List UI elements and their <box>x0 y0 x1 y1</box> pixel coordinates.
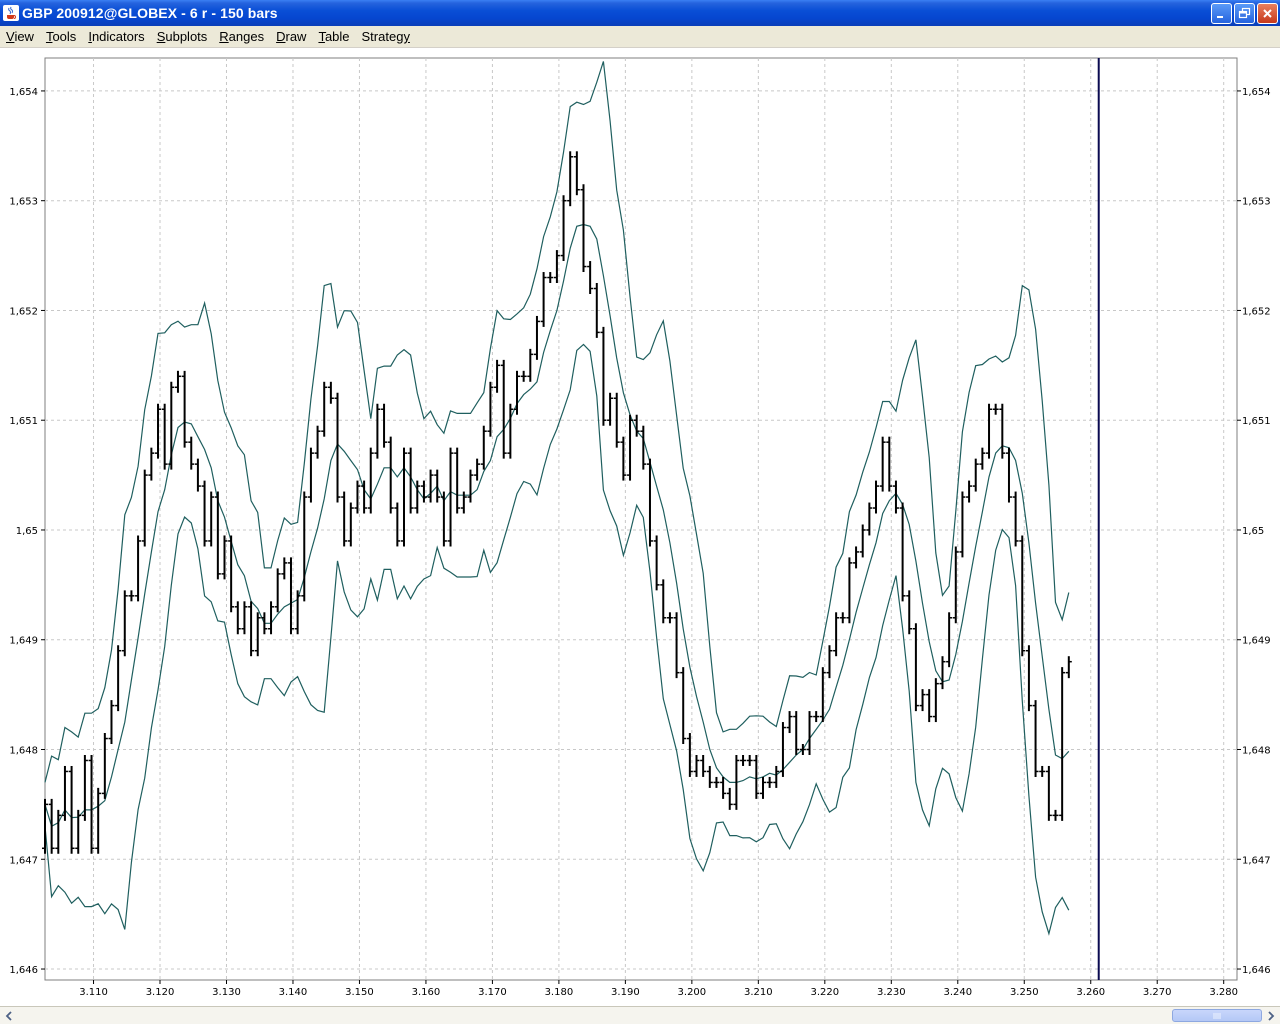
menu-tools[interactable]: Tools <box>40 29 82 44</box>
y-tick-label-left: 1,654 <box>9 87 38 98</box>
x-tick-label: 3.240 <box>943 987 972 998</box>
close-button[interactable] <box>1257 3 1278 24</box>
window-title: GBP 200912@GLOBEX - 6 r - 150 bars <box>22 5 278 21</box>
x-tick-label: 3.150 <box>345 987 374 998</box>
x-tick-label: 3.260 <box>1076 987 1105 998</box>
restore-button[interactable] <box>1234 3 1255 24</box>
plot-area[interactable] <box>44 57 1238 981</box>
y-tick-label-left: 1,649 <box>9 636 38 647</box>
y-tick-label-right: 1,65 <box>1242 526 1264 537</box>
y-tick-label-left: 1,652 <box>9 306 38 317</box>
y-tick-label-left: 1,647 <box>9 855 38 866</box>
menu-strategy[interactable]: Strategy <box>356 29 416 44</box>
horizontal-scrollbar[interactable] <box>0 1006 1280 1024</box>
menu-indicators[interactable]: Indicators <box>82 29 150 44</box>
java-cup-icon <box>3 5 19 21</box>
x-tick-label: 3.220 <box>810 987 839 998</box>
restore-icon <box>1238 7 1251 19</box>
menu-bar: View Tools Indicators Subplots Ranges Draw Tab… <box>0 26 1280 48</box>
scroll-right-icon <box>1268 1010 1275 1021</box>
y-tick-label-left: 1,648 <box>9 746 38 757</box>
y-tick-label-left: 1,65 <box>16 526 38 537</box>
menu-table[interactable]: Table <box>312 29 355 44</box>
y-tick-label-left: 1,651 <box>9 416 38 427</box>
x-tick-label: 3.190 <box>611 987 640 998</box>
y-tick-label-right: 1,651 <box>1242 416 1271 427</box>
x-tick-label: 3.210 <box>744 987 773 998</box>
menu-draw[interactable]: Draw <box>270 29 312 44</box>
scroll-left-icon <box>5 1010 12 1021</box>
scroll-right-button[interactable] <box>1264 1008 1278 1023</box>
y-tick-label-right: 1,648 <box>1242 746 1271 757</box>
grip-icon <box>1213 1012 1221 1019</box>
x-tick-label: 3.130 <box>212 987 241 998</box>
y-tick-label-right: 1,653 <box>1242 197 1271 208</box>
x-tick-label: 3.110 <box>79 987 108 998</box>
x-tick-label: 3.160 <box>412 987 441 998</box>
close-icon <box>1263 9 1272 18</box>
minimize-icon <box>1217 16 1223 18</box>
x-tick-label: 3.170 <box>478 987 507 998</box>
x-tick-label: 3.200 <box>678 987 707 998</box>
chart-canvas[interactable]: 1,654 1,6541,653 1,6531,652 1,6521,651 1,651… <box>0 48 1280 1006</box>
y-tick-label-right: 1,646 <box>1242 965 1271 976</box>
x-tick-label: 3.140 <box>279 987 308 998</box>
menu-ranges[interactable]: Ranges <box>213 29 270 44</box>
scroll-left-button[interactable] <box>2 1008 16 1023</box>
minimize-button[interactable] <box>1211 3 1232 24</box>
x-tick-label: 3.180 <box>545 987 574 998</box>
y-tick-label-left: 1,653 <box>9 197 38 208</box>
x-tick-label: 3.250 <box>1010 987 1039 998</box>
title-bar: GBP 200912@GLOBEX - 6 r - 150 bars <box>0 0 1280 26</box>
y-tick-label-right: 1,647 <box>1242 855 1271 866</box>
menu-view[interactable]: View <box>0 29 40 44</box>
x-tick-label: 3.270 <box>1143 987 1172 998</box>
y-tick-label-left: 1,646 <box>9 965 38 976</box>
x-tick-label: 3.120 <box>146 987 175 998</box>
y-tick-label-right: 1,652 <box>1242 306 1271 317</box>
y-tick-label-right: 1,649 <box>1242 636 1271 647</box>
menu-subplots[interactable]: Subplots <box>151 29 214 44</box>
x-tick-label: 3.280 <box>1209 987 1238 998</box>
price-chart[interactable]: 1,654 1,654 1,653 1,653 1,652 1,652 1,651 1,651… <box>0 48 1280 1006</box>
x-tick-label: 3.230 <box>877 987 906 998</box>
y-tick-label-right: 1,654 <box>1242 87 1271 98</box>
scrollbar-thumb[interactable] <box>1172 1009 1262 1022</box>
